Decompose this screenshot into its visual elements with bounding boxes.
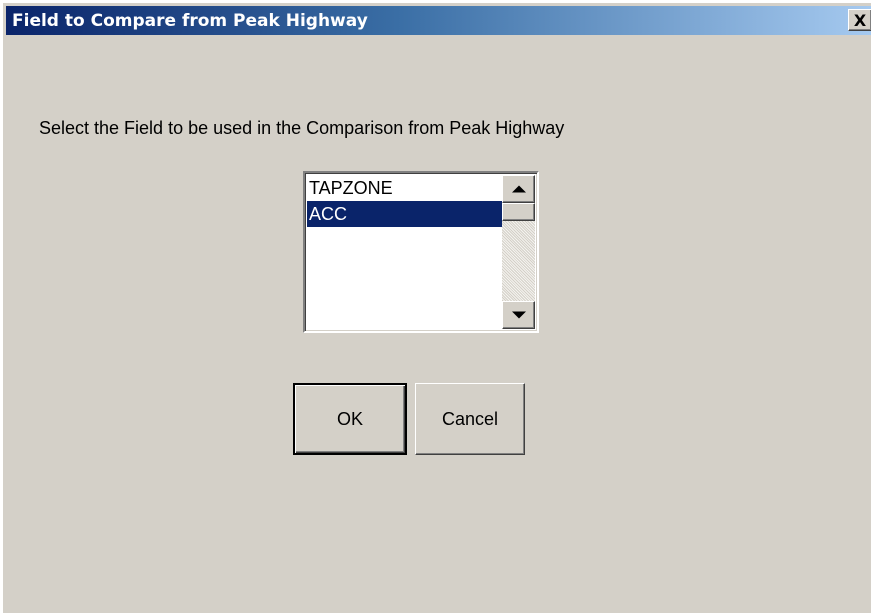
scroll-up-button[interactable]	[502, 175, 535, 203]
list-item-acc[interactable]: ACC	[307, 201, 504, 227]
ok-button[interactable]: OK	[293, 383, 407, 455]
scroll-down-button[interactable]	[502, 301, 535, 329]
window-title: Field to Compare from Peak Highway	[12, 11, 368, 31]
field-list: TAPZONE ACC	[307, 175, 504, 227]
vertical-scrollbar[interactable]	[502, 175, 535, 329]
prompt-label: Select the Field to be used in the Compa…	[39, 118, 565, 138]
arrow-up-icon	[511, 185, 526, 193]
list-item-tapzone[interactable]: TAPZONE	[307, 175, 504, 201]
cancel-button[interactable]: Cancel	[415, 383, 525, 455]
close-button[interactable]: X	[848, 9, 871, 31]
field-listbox[interactable]: TAPZONE ACC	[303, 171, 539, 333]
scroll-thumb[interactable]	[502, 203, 535, 221]
close-icon: X	[853, 10, 867, 30]
dialog-window: Field to Compare from Peak Highway X Sel…	[0, 0, 871, 613]
title-bar[interactable]: Field to Compare from Peak Highway X	[6, 6, 871, 35]
arrow-down-icon	[511, 311, 526, 319]
